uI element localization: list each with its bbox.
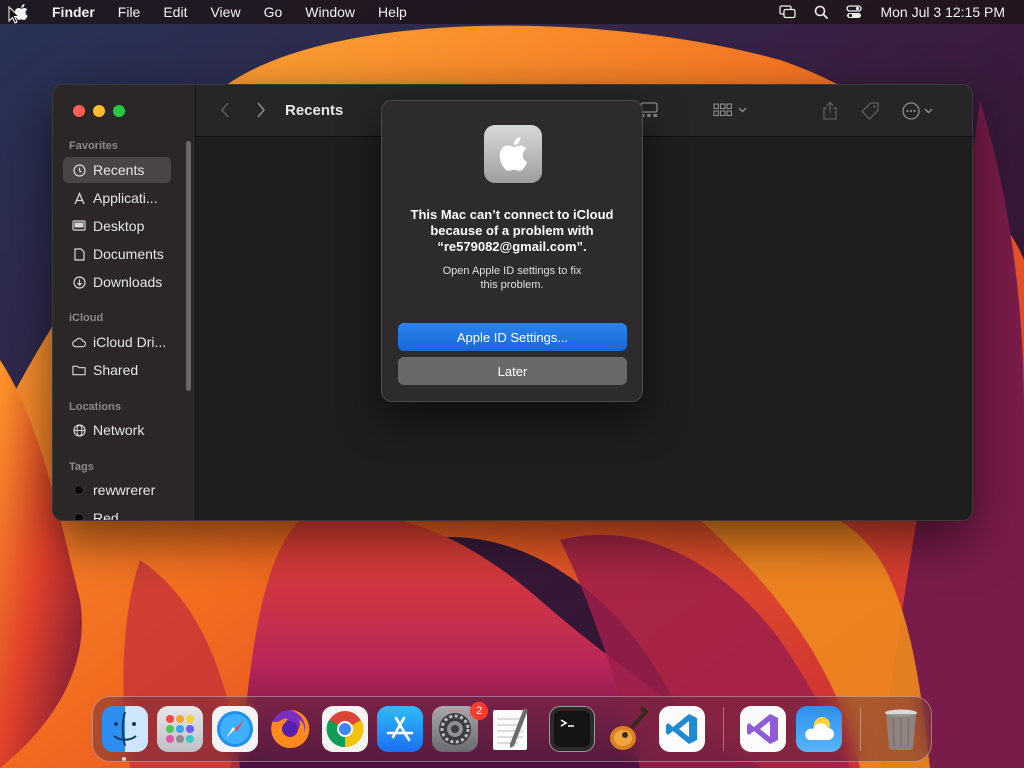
alert-message-line: Open Apple ID settings to fix [442, 265, 582, 277]
tag-dot-icon [72, 483, 86, 497]
running-indicator [122, 757, 126, 761]
alert-message: Open Apple ID settings to fix this probl… [412, 264, 612, 292]
alert-headline: This Mac can’t connect to iCloud because… [396, 207, 628, 255]
menu-app-name[interactable]: Finder [52, 4, 95, 20]
download-icon [72, 275, 86, 289]
share-icon[interactable] [822, 101, 838, 121]
forward-icon[interactable] [256, 102, 266, 123]
back-icon[interactable] [220, 102, 230, 123]
applications-icon [72, 191, 86, 205]
dock-finder-icon[interactable] [102, 706, 148, 752]
menu-file[interactable]: File [118, 4, 141, 20]
screen-mirroring-icon[interactable] [779, 5, 797, 19]
shared-folder-icon [72, 363, 86, 377]
dock-vscode-icon[interactable] [659, 706, 705, 752]
menu-bar-clock[interactable]: Mon Jul 3 12:15 PM [880, 4, 1005, 20]
sidebar-header-locations: Locations [69, 401, 121, 413]
menu-view[interactable]: View [210, 4, 240, 20]
dock-safari-icon[interactable] [212, 706, 258, 752]
window-title: Recents [285, 102, 344, 119]
sidebar-item-shared[interactable]: Shared [63, 357, 171, 383]
spotlight-search-icon[interactable] [814, 5, 829, 19]
globe-icon [72, 423, 86, 437]
dock-weather-icon[interactable] [796, 706, 842, 752]
menu-go[interactable]: Go [264, 4, 283, 20]
apple-logo-icon [484, 125, 542, 183]
menu-bar: Finder File Edit View Go Window Help Mon… [0, 0, 1024, 24]
dock-chrome-icon[interactable] [322, 706, 368, 752]
icloud-alert-dialog: This Mac can’t connect to iCloud because… [381, 100, 643, 402]
sidebar-scrollbar[interactable] [186, 141, 191, 391]
sidebar-header-icloud: iCloud [69, 312, 104, 324]
sidebar-item-label: Red [93, 510, 119, 521]
alert-message-line: this problem. [480, 279, 544, 291]
sidebar-item-label: Recents [93, 162, 145, 178]
sidebar-item-label: Downloads [93, 274, 163, 290]
document-icon [72, 247, 86, 261]
dock-textedit-icon[interactable] [487, 706, 533, 752]
sidebar-item-label: Shared [93, 362, 139, 378]
alert-headline-line: because of a problem with [430, 223, 594, 238]
dock-firefox-icon[interactable] [267, 706, 313, 752]
dock-garageband-icon[interactable] [604, 706, 650, 752]
dock-separator [723, 707, 724, 751]
dock-app-store-icon[interactable] [377, 706, 423, 752]
menu-help[interactable]: Help [378, 4, 407, 20]
sidebar-item-icloud-drive[interactable]: iCloud Dri... [63, 329, 171, 355]
sidebar-item-label: Applicati... [93, 190, 158, 206]
sidebar-item-label: Documents [93, 246, 164, 262]
menu-window[interactable]: Window [305, 4, 355, 20]
sidebar-item-tag-red[interactable]: Red [63, 505, 171, 521]
dock-visual-studio-icon[interactable] [740, 706, 786, 752]
sidebar-item-applications[interactable]: Applicati... [63, 185, 171, 211]
window-controls [73, 105, 125, 117]
sidebar-item-recents[interactable]: Recents [63, 157, 171, 183]
dock: 2 [92, 696, 932, 762]
zoom-window-button[interactable] [113, 105, 125, 117]
alert-headline-line: This Mac can’t connect to iCloud [410, 207, 614, 222]
sidebar-item-label: iCloud Dri... [93, 334, 167, 350]
dock-separator [860, 707, 861, 751]
notification-badge: 2 [470, 702, 488, 720]
desktop-icon [72, 219, 86, 233]
mouse-cursor-icon [8, 5, 21, 29]
more-actions-icon[interactable] [901, 101, 937, 121]
sidebar-item-label: Network [93, 422, 145, 438]
sidebar-item-tag-rewwrerer[interactable]: rewwrerer [63, 477, 171, 503]
control-center-icon[interactable] [846, 5, 863, 19]
dock-terminal-icon[interactable] [549, 706, 595, 752]
close-window-button[interactable] [73, 105, 85, 117]
sidebar-item-downloads[interactable]: Downloads [63, 269, 171, 295]
cloud-icon [72, 335, 86, 349]
minimize-window-button[interactable] [93, 105, 105, 117]
sidebar-item-label: Desktop [93, 218, 145, 234]
sidebar-header-tags: Tags [69, 461, 94, 473]
menu-edit[interactable]: Edit [163, 4, 187, 20]
later-button[interactable]: Later [398, 357, 627, 385]
sidebar-item-documents[interactable]: Documents [63, 241, 171, 267]
group-by-icon[interactable] [713, 101, 749, 119]
dock-trash-icon[interactable] [878, 706, 924, 752]
tag-dot-icon [72, 511, 86, 520]
apple-id-settings-button[interactable]: Apple ID Settings... [398, 323, 627, 351]
finder-sidebar: Favorites Recents Applicati... Desktop D… [53, 85, 196, 520]
sidebar-item-label: rewwrerer [93, 482, 156, 498]
dock-launchpad-icon[interactable] [157, 706, 203, 752]
sidebar-header-favorites: Favorites [69, 140, 118, 152]
alert-headline-line: “re579082@gmail.com”. [437, 239, 587, 254]
clock-icon [72, 163, 86, 177]
tag-icon[interactable] [860, 101, 880, 121]
sidebar-item-network[interactable]: Network [63, 417, 171, 443]
sidebar-item-desktop[interactable]: Desktop [63, 213, 171, 239]
